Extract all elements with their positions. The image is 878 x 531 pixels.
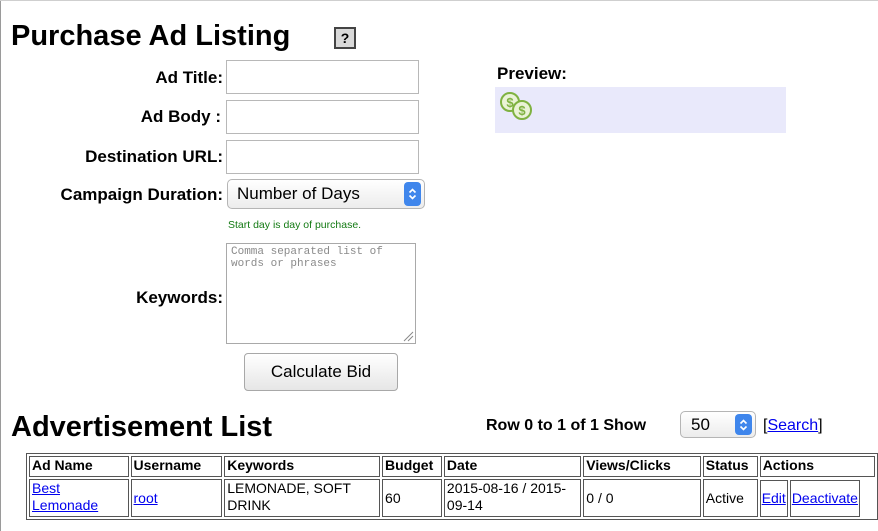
page-title: Purchase Ad Listing (11, 20, 291, 52)
rows-per-page-value: 50 (691, 414, 710, 434)
help-button[interactable]: ? (334, 27, 356, 49)
ad-title-input[interactable] (226, 60, 419, 94)
window-top-edge (0, 0, 878, 1)
table-row: Best Lemonade root LEMONADE, SOFT DRINK … (29, 479, 875, 517)
window-left-edge (0, 0, 1, 531)
advertisement-list-title: Advertisement List (11, 411, 273, 443)
calculate-bid-button[interactable]: Calculate Bid (244, 353, 398, 391)
campaign-duration-select[interactable]: Number of Days (227, 179, 425, 209)
edit-link[interactable]: Edit (762, 490, 786, 506)
ad-title-label: Ad Title: (155, 68, 223, 87)
destination-url-label: Destination URL: (85, 147, 223, 166)
campaign-duration-label: Campaign Duration: (60, 185, 223, 204)
column-header: Actions (759, 456, 875, 477)
column-header: Ad Name (29, 456, 129, 477)
column-header: Views/Clicks (583, 456, 701, 477)
search-bracket-close: ] (818, 417, 823, 434)
start-day-hint: Start day is day of purchase. (228, 219, 362, 231)
column-header: Username (130, 456, 223, 477)
campaign-duration-value: Number of Days (237, 184, 360, 203)
keywords-textarea[interactable] (226, 243, 416, 344)
ad-body-label: Ad Body : (140, 107, 221, 126)
search-link[interactable]: Search (767, 417, 818, 434)
search-control: [Search] (763, 417, 823, 435)
column-header: Keywords (224, 456, 381, 477)
select-arrows-icon (404, 182, 421, 206)
column-header: Date (443, 456, 582, 477)
svg-text:$: $ (518, 103, 526, 118)
deactivate-link[interactable]: Deactivate (792, 490, 858, 506)
rows-per-page-select[interactable]: 50 (680, 411, 756, 438)
preview-label: Preview: (497, 64, 567, 83)
edit-cell: Edit (759, 479, 788, 517)
ad-name-cell: Best Lemonade (29, 479, 129, 517)
row-info: Row 0 to 1 of 1 Show (486, 417, 647, 434)
column-header: Budget (382, 456, 442, 477)
deactivate-cell: Deactivate (789, 479, 860, 517)
budget-cell: 60 (382, 479, 442, 517)
ad-body-input[interactable] (226, 100, 419, 134)
column-header: Status (702, 456, 758, 477)
destination-url-input[interactable] (226, 140, 419, 174)
status-cell: Active (702, 479, 758, 517)
select-arrows-icon (735, 414, 752, 435)
table-header-row: Ad Name Username Keywords Budget Date Vi… (29, 456, 875, 477)
resize-grip-icon[interactable] (401, 329, 414, 342)
actions-cell: Edit Deactivate (759, 479, 875, 517)
username-cell: root (130, 479, 223, 517)
ad-name-link[interactable]: Best Lemonade (32, 480, 98, 513)
advertisement-table: Ad Name Username Keywords Budget Date Vi… (26, 453, 878, 520)
date-cell: 2015-08-16 / 2015-09-14 (443, 479, 582, 517)
dollar-coins-icon: $ $ (500, 92, 532, 120)
keywords-label: Keywords: (136, 288, 223, 307)
views-clicks-cell: 0 / 0 (583, 479, 701, 517)
username-link[interactable]: root (134, 490, 158, 506)
preview-box: $ $ (495, 87, 786, 133)
keywords-cell: LEMONADE, SOFT DRINK (224, 479, 381, 517)
